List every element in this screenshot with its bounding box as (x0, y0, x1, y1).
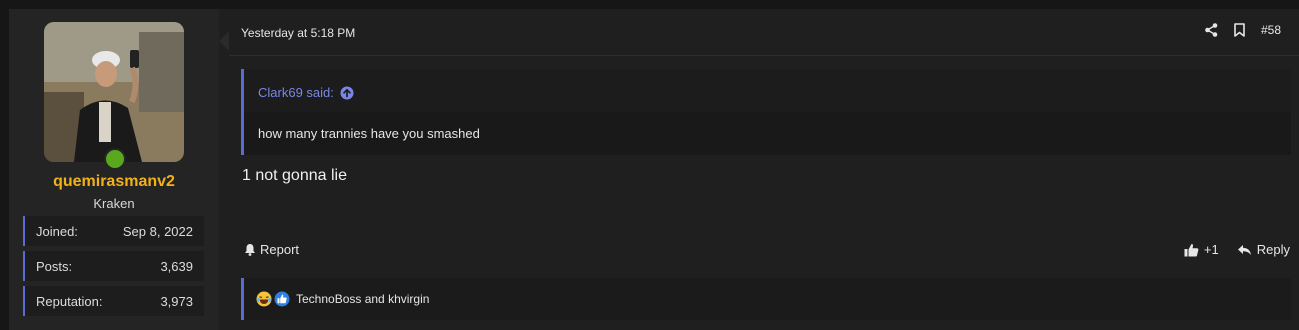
arrow-up-circle-icon[interactable] (340, 86, 354, 100)
stat-value: 3,639 (160, 259, 193, 274)
stat-reputation: Reputation: 3,973 (23, 286, 204, 316)
share-icon[interactable] (1205, 23, 1218, 37)
user-title: Kraken (93, 196, 135, 211)
forum-post: quemirasmanv2 Kraken Joined: Sep 8, 2022… (9, 9, 1299, 330)
post-number[interactable]: #58 (1261, 23, 1281, 37)
quote-block: Clark69 said: how many trannies have you… (241, 69, 1291, 155)
laugh-emoji-icon[interactable] (256, 291, 272, 307)
user-info-panel: quemirasmanv2 Kraken Joined: Sep 8, 2022… (9, 9, 219, 330)
like-count: +1 (1203, 242, 1219, 257)
stat-label: Joined: (36, 224, 78, 239)
quote-text: how many trannies have you smashed (258, 126, 480, 141)
stat-value: 3,973 (160, 294, 193, 309)
quote-author: Clark69 said: (258, 85, 334, 100)
stat-joined: Joined: Sep 8, 2022 (23, 216, 204, 246)
header-actions: #58 (1205, 23, 1281, 37)
username[interactable]: quemirasmanv2 (9, 173, 219, 191)
reaction-users[interactable]: TechnoBoss and khvirgin (296, 292, 429, 306)
post-actions: +1 Reply (1184, 242, 1290, 257)
report-label: Report (260, 242, 300, 257)
stat-label: Posts: (36, 259, 73, 274)
bell-icon (245, 244, 255, 256)
thumbs-up-icon (1184, 243, 1199, 256)
reply-icon (1237, 244, 1251, 255)
online-status-indicator (104, 148, 126, 170)
quote-author-link[interactable]: Clark69 said: (258, 85, 354, 100)
message-panel: Yesterday at 5:18 PM #58 Clark69 said: h… (219, 9, 1299, 330)
reactions-bar: TechnoBoss and khvirgin (241, 278, 1291, 320)
stat-value: Sep 8, 2022 (122, 224, 193, 239)
like-button[interactable]: +1 (1184, 242, 1219, 257)
message-header: Yesterday at 5:18 PM #58 (229, 9, 1299, 56)
avatar[interactable] (44, 22, 184, 162)
like-reaction-icon[interactable] (274, 291, 290, 307)
post-timestamp[interactable]: Yesterday at 5:18 PM (241, 26, 355, 40)
bookmark-icon[interactable] (1234, 23, 1245, 37)
stat-label: Reputation: (36, 294, 103, 309)
message-body: 1 not gonna lie (242, 167, 347, 184)
quote-header: Clark69 said: (244, 69, 1291, 113)
reply-button[interactable]: Reply (1237, 242, 1290, 257)
report-button[interactable]: Report (244, 242, 299, 257)
stat-posts: Posts: 3,639 (23, 251, 204, 281)
reply-label: Reply (1256, 242, 1290, 257)
avatar-image (44, 22, 184, 162)
